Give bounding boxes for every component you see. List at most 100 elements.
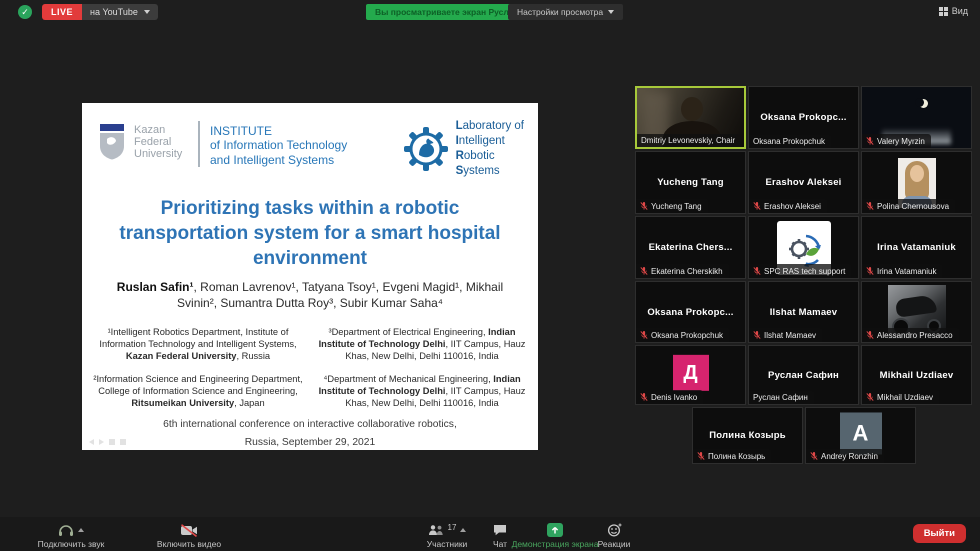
- kfu-name: Kazan Federal University: [134, 124, 182, 161]
- muted-mic-icon: [866, 136, 874, 146]
- chevron-down-icon: [144, 10, 150, 14]
- participant-name-label: Erashov Aleksei: [749, 199, 827, 213]
- grid-view-icon: [939, 7, 948, 16]
- muted-mic-icon: [697, 451, 705, 461]
- view-settings-label: Настройки просмотра: [517, 7, 603, 17]
- reactions-button[interactable]: Реакции: [585, 523, 643, 549]
- participant-name-label: Руслан Сафин: [749, 391, 814, 404]
- header-divider: [198, 121, 200, 167]
- affiliation-2: ²Information Science and Engineering Dep…: [92, 373, 304, 409]
- participant-name-label: Mikhail Uzdiaev: [862, 390, 939, 404]
- lirs-name: Laboratory of Intelligent Robotic System…: [456, 119, 524, 179]
- chevron-up-icon: [78, 528, 84, 532]
- tile-ruslan-safin[interactable]: Руслан Сафин Руслан Сафин: [748, 345, 859, 405]
- participant-name-label: Oksana Prokopchuk: [749, 135, 831, 148]
- spc-ras-logo-icon: [784, 228, 824, 268]
- chevron-down-icon: [608, 10, 614, 14]
- participants-icon: [428, 524, 444, 536]
- conference-info: 6th international conference on interact…: [82, 416, 538, 451]
- muted-mic-icon: [753, 201, 761, 211]
- slide-header: Kazan Federal University INSTITUTE of In…: [98, 119, 524, 173]
- tile-yucheng-tang[interactable]: Yucheng Tang Yucheng Tang: [635, 151, 746, 214]
- tile-andrey-ronzhin[interactable]: A Andrey Ronzhin: [805, 407, 916, 464]
- lirs-logo-block: Laboratory of Intelligent Robotic System…: [404, 119, 524, 179]
- muted-mic-icon: [753, 266, 761, 276]
- reactions-icon: [607, 523, 622, 537]
- muted-mic-icon: [640, 201, 648, 211]
- muted-mic-icon: [866, 392, 874, 402]
- live-platform-label: на YouTube: [90, 7, 138, 17]
- slide-title: Prioritizing tasks within a robotic tran…: [98, 196, 522, 271]
- tile-irina-vatamaniuk[interactable]: Irina Vatamaniuk Irina Vatamaniuk: [861, 216, 972, 279]
- muted-mic-icon: [640, 330, 648, 340]
- lirs-gear-icon: [404, 127, 448, 171]
- headset-icon: [58, 523, 74, 537]
- muted-mic-icon: [640, 266, 648, 276]
- tile-oksana-prokopchuk-2[interactable]: Oksana Prokopc... Oksana Prokopchuk: [635, 281, 746, 343]
- muted-mic-icon: [866, 266, 874, 276]
- participant-name-label: Polina Chernousova: [862, 199, 955, 213]
- affiliation-3: ³Department of Electrical Engineering, I…: [316, 326, 528, 362]
- meeting-toolbar: Подключить звук Включить видео: [0, 517, 980, 551]
- live-platform-button[interactable]: на YouTube: [82, 4, 158, 20]
- top-bar: ✓ LIVE на YouTube Вы просматриваете экра…: [0, 0, 980, 24]
- tile-denis-ivanko[interactable]: Д Denis Ivanko: [635, 345, 746, 405]
- tile-mikhail-uzdiaev[interactable]: Mikhail Uzdiaev Mikhail Uzdiaev: [861, 345, 972, 405]
- tile-oksana-prokopchuk-1[interactable]: Oksana Prokopc... Oksana Prokopchuk: [748, 86, 859, 149]
- muted-mic-icon: [640, 392, 648, 402]
- tile-ekaterina-cherskikh[interactable]: Ekaterina Chers... Ekaterina Cherskikh: [635, 216, 746, 279]
- institute-name: INSTITUTE of Information Technology and …: [210, 124, 347, 167]
- muted-mic-icon: [810, 451, 818, 461]
- start-video-button[interactable]: Включить видео: [134, 523, 244, 549]
- affiliation-4: ⁴Department of Mechanical Engineering, I…: [316, 373, 528, 409]
- participant-name-label: Oksana Prokopchuk: [636, 328, 729, 342]
- kfu-emblem-icon: [98, 123, 126, 161]
- participant-name-label: Alessandro Presacco: [862, 328, 959, 342]
- participant-name-label: Полина Козырь: [693, 449, 771, 463]
- participant-name-label: Denis Ivanko: [636, 390, 703, 404]
- participants-button[interactable]: 17 Участники: [415, 523, 479, 549]
- participant-avatar: Д: [673, 355, 709, 391]
- tile-ilshat-mamaev[interactable]: Ilshat Mamaev Ilshat Mamaev: [748, 281, 859, 343]
- slide-authors: Ruslan Safin¹, Roman Lavrenov¹, Tatyana …: [96, 280, 524, 312]
- participant-name-label: Dmitriy Levonevskiy, Chair: [637, 134, 741, 147]
- view-settings-button[interactable]: Настройки просмотра: [508, 4, 623, 20]
- participant-name-label: SPC RAS tech support: [749, 264, 851, 278]
- slide-nav-controls: [89, 439, 126, 445]
- participant-name-label: Irina Vatamaniuk: [862, 264, 942, 278]
- leave-meeting-button[interactable]: Выйти: [913, 524, 966, 543]
- affiliations-left-column: ¹Intelligent Robotics Department, Instit…: [92, 326, 304, 409]
- tile-dmitriy-levonevskiy[interactable]: Dmitriy Levonevskiy, Chair: [635, 86, 746, 149]
- tile-spc-ras-tech-support[interactable]: SPC RAS tech support: [748, 216, 859, 279]
- view-button-label: Вид: [952, 6, 968, 16]
- live-streaming-cluster: ✓ LIVE на YouTube: [18, 4, 158, 20]
- kfu-logo-block: Kazan Federal University: [98, 123, 182, 161]
- join-audio-button[interactable]: Подключить звук: [16, 523, 126, 549]
- shared-screen-slide: Kazan Federal University INSTITUTE of In…: [82, 103, 538, 450]
- participant-name-label: Andrey Ronzhin: [806, 449, 884, 463]
- participant-name-label: Yucheng Tang: [636, 199, 708, 213]
- muted-mic-icon: [866, 201, 874, 211]
- affiliations-right-column: ³Department of Electrical Engineering, I…: [316, 326, 528, 409]
- share-screen-icon: [547, 523, 563, 537]
- participants-count-badge: 17: [448, 523, 457, 532]
- chevron-up-icon: [460, 528, 466, 532]
- participant-name-label: Ilshat Mamaev: [749, 328, 822, 342]
- live-badge: LIVE: [42, 4, 82, 20]
- participant-avatar: A: [840, 412, 882, 454]
- participant-name-label: Ekaterina Cherskikh: [636, 264, 729, 278]
- tile-valery-myrzin[interactable]: Valery Myrzin: [861, 86, 972, 149]
- encryption-shield-icon: ✓: [18, 5, 32, 19]
- muted-mic-icon: [753, 330, 761, 340]
- tile-alessandro-presacco[interactable]: Alessandro Presacco: [861, 281, 972, 343]
- view-button[interactable]: Вид: [939, 6, 968, 16]
- muted-mic-icon: [866, 330, 874, 340]
- zoom-window: ✓ LIVE на YouTube Вы просматриваете экра…: [0, 0, 980, 551]
- tile-polina-chernousova[interactable]: Polina Chernousova: [861, 151, 972, 214]
- tile-erashov-aleksei[interactable]: Erashov Aleksei Erashov Aleksei: [748, 151, 859, 214]
- camera-off-icon: [180, 524, 198, 537]
- tile-polina-kozyr[interactable]: Полина Козырь Полина Козырь: [692, 407, 803, 464]
- participant-name-label: Valery Myrzin: [862, 134, 931, 148]
- slide-affiliations: ¹Intelligent Robotics Department, Instit…: [92, 326, 528, 409]
- affiliation-1: ¹Intelligent Robotics Department, Instit…: [92, 326, 304, 362]
